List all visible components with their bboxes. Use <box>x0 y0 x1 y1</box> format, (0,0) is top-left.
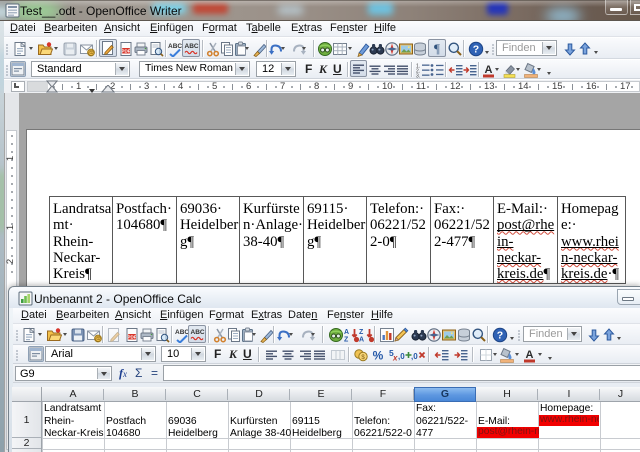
svg-text:A: A <box>344 329 349 336</box>
svg-text:Z: Z <box>344 337 349 344</box>
svg-text:PDF: PDF <box>127 334 136 339</box>
svg-text:,0: ,0 <box>398 352 405 361</box>
svg-text:?: ? <box>473 44 479 56</box>
svg-text:@: @ <box>95 337 101 343</box>
svg-text:A: A <box>359 337 364 344</box>
svg-text:ABC: ABC <box>168 43 182 50</box>
svg-text:@: @ <box>88 51 94 57</box>
svg-text:PDF: PDF <box>121 48 130 53</box>
svg-text:Z: Z <box>359 329 364 336</box>
svg-text:¶: ¶ <box>434 41 440 56</box>
svg-text:ABC: ABC <box>185 43 199 50</box>
svg-text:3.: 3. <box>416 74 420 79</box>
svg-text:A: A <box>526 349 534 361</box>
svg-text:ABC: ABC <box>191 329 205 336</box>
svg-text:,0: ,0 <box>411 352 418 361</box>
svg-text:A: A <box>485 64 493 76</box>
svg-text:%: % <box>373 349 384 363</box>
svg-text:?: ? <box>497 330 503 342</box>
